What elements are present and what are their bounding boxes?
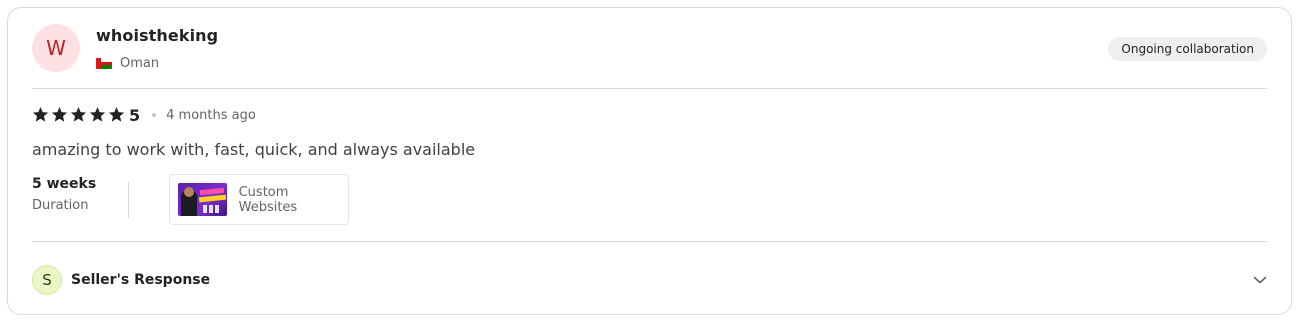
duration-value: 5 weeks [32,176,97,192]
header-divider [32,88,1267,89]
separator-dot [152,113,157,117]
gig-title: Custom Websites [238,184,298,215]
reviewer-username[interactable]: whoistheking [96,26,218,45]
gig-thumbnail [178,183,227,216]
reviewer-avatar: W [32,24,80,72]
duration-label: Duration [32,198,89,213]
star-icon [51,107,68,123]
reviewer-country-name: Oman [120,56,160,71]
star-icon [70,107,87,123]
reviewer-country: Oman [96,56,159,71]
review-text: amazing to work with, fast, quick, and a… [32,140,476,159]
duration-divider [128,182,129,218]
star-icon [108,107,125,123]
collaboration-badge: Ongoing collaboration [1108,37,1267,61]
star-rating [32,107,125,123]
seller-avatar: S [32,265,62,295]
oman-flag-icon [96,58,112,69]
chevron-down-icon[interactable] [1253,272,1267,290]
review-card: W whoistheking Oman Ongoing collaboratio… [7,7,1292,315]
reviewer-header: W whoistheking Oman Ongoing collaboratio… [32,24,1267,74]
rating-value: 5 [129,105,141,125]
seller-response-toggle[interactable]: S Seller's Response [32,264,1267,296]
review-time: 4 months ago [166,107,256,123]
rating-row: 5 4 months ago [32,105,256,125]
gig-link[interactable]: Custom Websites [169,174,349,225]
star-icon [32,107,49,123]
response-divider [32,241,1267,242]
star-icon [89,107,106,123]
seller-response-label: Seller's Response [71,272,211,288]
duration-info: 5 weeks Duration [32,176,96,213]
